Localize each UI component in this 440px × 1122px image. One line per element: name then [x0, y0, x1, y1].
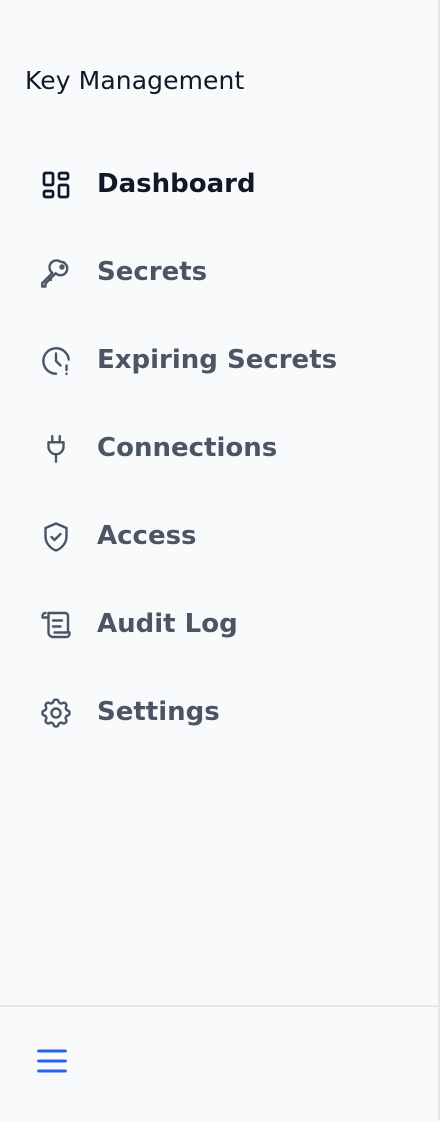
menu-toggle-button[interactable]	[32, 1041, 72, 1081]
sidebar-item-label: Connections	[97, 433, 278, 463]
sidebar-item-label: Access	[97, 521, 197, 551]
sidebar-item-expiring-secrets[interactable]: Expiring Secrets	[0, 316, 438, 404]
scroll-icon	[38, 607, 74, 643]
app-title: Key Management	[25, 66, 245, 95]
sidebar-item-label: Audit Log	[97, 609, 238, 639]
gear-icon	[38, 695, 74, 731]
sidebar-nav: Dashboard Secrets Expiring Secrets Conne…	[0, 140, 438, 756]
dashboard-grid-icon	[38, 167, 74, 203]
sidebar-item-connections[interactable]: Connections	[0, 404, 438, 492]
sidebar-item-label: Settings	[97, 697, 220, 727]
sidebar-item-label: Expiring Secrets	[97, 345, 338, 375]
sidebar-footer	[0, 1005, 438, 1122]
clock-alert-icon	[38, 343, 74, 379]
sidebar-item-dashboard[interactable]: Dashboard	[0, 140, 438, 228]
sidebar-item-label: Dashboard	[97, 169, 256, 199]
sidebar: Key Management Dashboard Secrets Expirin…	[0, 0, 440, 1120]
key-icon	[38, 255, 74, 291]
hamburger-menu-icon	[32, 1041, 72, 1081]
sidebar-item-access[interactable]: Access	[0, 492, 438, 580]
sidebar-item-audit-log[interactable]: Audit Log	[0, 580, 438, 668]
shield-check-icon	[38, 519, 74, 555]
sidebar-item-secrets[interactable]: Secrets	[0, 228, 438, 316]
plug-icon	[38, 431, 74, 467]
sidebar-item-settings[interactable]: Settings	[0, 668, 438, 756]
sidebar-item-label: Secrets	[97, 257, 208, 287]
